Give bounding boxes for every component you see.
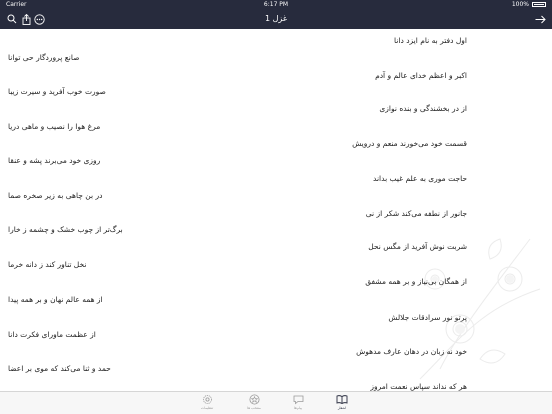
tab-poems-label: اشعار [337,406,347,410]
tab-favorites[interactable]: منتخب ها [234,394,274,414]
verse-left-3: مرغ هوا را نصیب و ماهی دریا [8,122,101,131]
page-title: غزل 1 [264,14,288,23]
chat-icon [293,395,303,405]
tab-messages-label: پیام‌ها [293,406,303,410]
verse-left-8: از همه عالم نهان و بر همه پیدا [8,295,103,304]
verse-left-2: صورت خوب آفرید و سیرت زیبا [8,87,106,96]
verse-right-10: خود نه زبان در دهان عارف مدهوش [356,347,467,356]
battery-percent: 100% [511,1,529,8]
verse-right-8: از همگان بی‌نیاز و بر همه مشفق [365,277,467,286]
gear-icon [202,395,212,404]
book-icon [336,395,348,405]
tab-favorites-label: منتخب ها [247,406,261,410]
verse-left-5: در بن چاهی به زیر صخره صما [8,191,103,200]
navigation-bar: غزل 1 [0,9,552,29]
verse-right-7: شربت نوش آفرید از مگس نحل [368,242,467,251]
verse-left-4: روزی خود می‌برند پشه و عنقا [8,156,101,165]
verse-left-9: از عظمت ماورای فکرت دانا [8,330,96,339]
tab-messages[interactable]: پیام‌ها [278,394,318,414]
verse-right-3: از در بخشندگی و بنده نوازی [379,104,467,113]
tab-poems[interactable]: اشعار [322,394,362,414]
verse-left-10: حمد و ثنا می‌کند که موی بر اعضا [8,364,111,373]
poem-content: اول دفتر به نام ایزد دانا اکبر و اعظم خد… [0,29,552,391]
tab-bar: تنظیمات منتخب ها پیام‌ها اشعار [0,391,552,414]
back-arrow-icon[interactable] [534,12,546,26]
verse-left-6: برگ‌تر از چوب خشک و چشمه ز خارا [8,225,123,234]
verse-right-11: هر که نداند سپاس نعمت امروز [370,382,467,391]
tab-settings-label: تنظیمات [200,406,214,410]
star-icon [249,394,259,405]
battery-icon [532,2,546,7]
battery-indicator: 100% [512,0,546,9]
verse-right-6: جانور از نطفه می‌کند شکر از نی [365,209,467,218]
verse-left-7: نخل تناور کند ز دانه خرما [8,260,87,269]
verse-right-9: پرتو نور سرادقات جلالش [388,313,467,322]
verse-right-4: قسمت خود می‌خورند منعم و درویش [352,139,467,148]
verse-left-1: صانع پروردگار حی توانا [8,53,80,62]
verse-right-2: اکبر و اعظم خدای عالم و آدم [375,71,467,80]
status-bar: Carrier 6:17 PM 100% [0,0,552,9]
verse-right-1: اول دفتر به نام ایزد دانا [394,36,467,45]
verse-right-5: حاجت موری به علم غیب بداند [373,174,467,183]
clock: 6:17 PM [263,1,289,8]
tab-settings[interactable]: تنظیمات [187,394,227,414]
